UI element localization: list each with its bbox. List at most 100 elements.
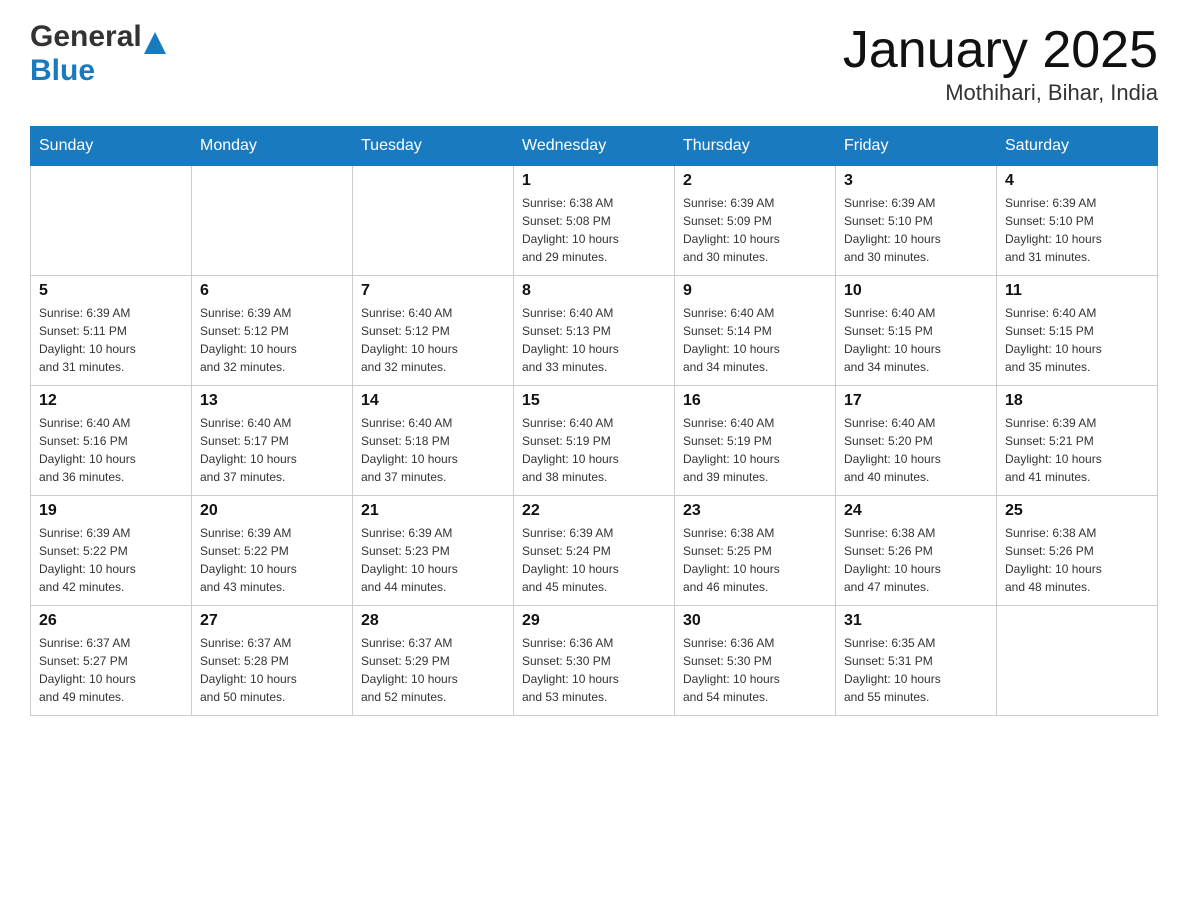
day-info: Sunrise: 6:39 AMSunset: 5:10 PMDaylight:…	[1005, 194, 1149, 266]
day-number: 21	[361, 502, 505, 520]
day-info: Sunrise: 6:36 AMSunset: 5:30 PMDaylight:…	[683, 634, 827, 706]
day-info: Sunrise: 6:39 AMSunset: 5:21 PMDaylight:…	[1005, 414, 1149, 486]
calendar-cell: 29 Sunrise: 6:36 AMSunset: 5:30 PMDayligh…	[514, 606, 675, 716]
calendar-cell: 1Sunrise: 6:38 AMSunset: 5:08 PMDaylight…	[514, 166, 675, 276]
day-info: Sunrise: 6:40 AMSunset: 5:18 PMDaylight:…	[361, 414, 505, 486]
logo-general-text: General	[30, 20, 142, 54]
day-number: 30	[683, 612, 827, 630]
calendar-header-row: Sunday Monday Tuesday Wednesday Thursday…	[31, 127, 1158, 166]
calendar-cell: 16 Sunrise: 6:40 AMSunset: 5:19 PMDayligh…	[675, 386, 836, 496]
calendar-cell	[353, 166, 514, 276]
day-info: Sunrise: 6:39 AMSunset: 5:24 PMDaylight:…	[522, 524, 666, 596]
calendar-cell: 27 Sunrise: 6:37 AMSunset: 5:28 PMDayligh…	[192, 606, 353, 716]
calendar-cell: 17 Sunrise: 6:40 AMSunset: 5:20 PMDayligh…	[836, 386, 997, 496]
day-info: Sunrise: 6:38 AMSunset: 5:26 PMDaylight:…	[844, 524, 988, 596]
day-info: Sunrise: 6:35 AMSunset: 5:31 PMDaylight:…	[844, 634, 988, 706]
day-number: 14	[361, 392, 505, 410]
day-info: Sunrise: 6:37 AMSunset: 5:28 PMDaylight:…	[200, 634, 344, 706]
day-number: 28	[361, 612, 505, 630]
calendar-cell: 23 Sunrise: 6:38 AMSunset: 5:25 PMDayligh…	[675, 496, 836, 606]
calendar-cell: 11Sunrise: 6:40 AMSunset: 5:15 PMDayligh…	[997, 276, 1158, 386]
calendar-cell: 30 Sunrise: 6:36 AMSunset: 5:30 PMDayligh…	[675, 606, 836, 716]
day-number: 16	[683, 392, 827, 410]
logo-blue-text: Blue	[30, 54, 95, 87]
day-number: 7	[361, 282, 505, 300]
day-number: 25	[1005, 502, 1149, 520]
calendar-cell	[192, 166, 353, 276]
day-info: Sunrise: 6:38 AMSunset: 5:26 PMDaylight:…	[1005, 524, 1149, 596]
calendar-cell: 9 Sunrise: 6:40 AMSunset: 5:14 PMDaylight…	[675, 276, 836, 386]
calendar-cell: 7 Sunrise: 6:40 AMSunset: 5:12 PMDaylight…	[353, 276, 514, 386]
day-number: 29	[522, 612, 666, 630]
day-info: Sunrise: 6:39 AMSunset: 5:23 PMDaylight:…	[361, 524, 505, 596]
day-number: 15	[522, 392, 666, 410]
day-number: 23	[683, 502, 827, 520]
day-number: 18	[1005, 392, 1149, 410]
calendar-week-row: 12Sunrise: 6:40 AMSunset: 5:16 PMDayligh…	[31, 386, 1158, 496]
day-number: 12	[39, 392, 183, 410]
calendar-cell: 19Sunrise: 6:39 AMSunset: 5:22 PMDayligh…	[31, 496, 192, 606]
day-info: Sunrise: 6:39 AMSunset: 5:11 PMDaylight:…	[39, 304, 183, 376]
calendar-cell: 6 Sunrise: 6:39 AMSunset: 5:12 PMDaylight…	[192, 276, 353, 386]
day-number: 9	[683, 282, 827, 300]
calendar-cell: 21 Sunrise: 6:39 AMSunset: 5:23 PMDayligh…	[353, 496, 514, 606]
day-info: Sunrise: 6:39 AMSunset: 5:12 PMDaylight:…	[200, 304, 344, 376]
calendar-cell: 10Sunrise: 6:40 AMSunset: 5:15 PMDayligh…	[836, 276, 997, 386]
calendar-week-row: 1Sunrise: 6:38 AMSunset: 5:08 PMDaylight…	[31, 166, 1158, 276]
calendar-title: January 2025	[843, 20, 1158, 80]
day-info: Sunrise: 6:40 AMSunset: 5:15 PMDaylight:…	[1005, 304, 1149, 376]
day-number: 31	[844, 612, 988, 630]
day-info: Sunrise: 6:40 AMSunset: 5:19 PMDaylight:…	[522, 414, 666, 486]
day-info: Sunrise: 6:38 AMSunset: 5:25 PMDaylight:…	[683, 524, 827, 596]
day-number: 20	[200, 502, 344, 520]
calendar-cell: 18 Sunrise: 6:39 AMSunset: 5:21 PMDayligh…	[997, 386, 1158, 496]
calendar-cell: 28 Sunrise: 6:37 AMSunset: 5:29 PMDayligh…	[353, 606, 514, 716]
day-number: 17	[844, 392, 988, 410]
calendar-cell: 2Sunrise: 6:39 AMSunset: 5:09 PMDaylight…	[675, 166, 836, 276]
calendar-cell: 12Sunrise: 6:40 AMSunset: 5:16 PMDayligh…	[31, 386, 192, 496]
calendar-cell: 22 Sunrise: 6:39 AMSunset: 5:24 PMDayligh…	[514, 496, 675, 606]
day-number: 26	[39, 612, 183, 630]
header-thursday: Thursday	[675, 127, 836, 166]
day-info: Sunrise: 6:40 AMSunset: 5:19 PMDaylight:…	[683, 414, 827, 486]
calendar-cell: 13Sunrise: 6:40 AMSunset: 5:17 PMDayligh…	[192, 386, 353, 496]
title-section: January 2025 Mothihari, Bihar, India	[843, 20, 1158, 106]
calendar-cell: 20 Sunrise: 6:39 AMSunset: 5:22 PMDayligh…	[192, 496, 353, 606]
day-number: 6	[200, 282, 344, 300]
header-tuesday: Tuesday	[353, 127, 514, 166]
calendar-cell: 4Sunrise: 6:39 AMSunset: 5:10 PMDaylight…	[997, 166, 1158, 276]
calendar-week-row: 19Sunrise: 6:39 AMSunset: 5:22 PMDayligh…	[31, 496, 1158, 606]
calendar-cell: 8Sunrise: 6:40 AMSunset: 5:13 PMDaylight…	[514, 276, 675, 386]
day-number: 2	[683, 172, 827, 190]
calendar-cell: 14 Sunrise: 6:40 AMSunset: 5:18 PMDayligh…	[353, 386, 514, 496]
calendar-subtitle: Mothihari, Bihar, India	[843, 80, 1158, 106]
day-number: 10	[844, 282, 988, 300]
day-info: Sunrise: 6:40 AMSunset: 5:20 PMDaylight:…	[844, 414, 988, 486]
day-number: 22	[522, 502, 666, 520]
day-info: Sunrise: 6:40 AMSunset: 5:14 PMDaylight:…	[683, 304, 827, 376]
calendar-cell: 3Sunrise: 6:39 AMSunset: 5:10 PMDaylight…	[836, 166, 997, 276]
day-number: 13	[200, 392, 344, 410]
calendar-cell	[997, 606, 1158, 716]
day-number: 24	[844, 502, 988, 520]
day-info: Sunrise: 6:36 AMSunset: 5:30 PMDaylight:…	[522, 634, 666, 706]
calendar-cell: 5 Sunrise: 6:39 AMSunset: 5:11 PMDaylight…	[31, 276, 192, 386]
calendar-cell: 26 Sunrise: 6:37 AMSunset: 5:27 PMDayligh…	[31, 606, 192, 716]
header-friday: Friday	[836, 127, 997, 166]
calendar-week-row: 26 Sunrise: 6:37 AMSunset: 5:27 PMDayligh…	[31, 606, 1158, 716]
day-info: Sunrise: 6:37 AMSunset: 5:29 PMDaylight:…	[361, 634, 505, 706]
day-number: 8	[522, 282, 666, 300]
header-wednesday: Wednesday	[514, 127, 675, 166]
logo: General Blue	[30, 20, 166, 88]
day-info: Sunrise: 6:39 AMSunset: 5:22 PMDaylight:…	[200, 524, 344, 596]
page-header: General Blue January 2025 Mothihari, Bih…	[30, 20, 1158, 106]
logo-triangle-icon	[144, 32, 166, 54]
day-number: 5	[39, 282, 183, 300]
calendar-cell: 31 Sunrise: 6:35 AMSunset: 5:31 PMDayligh…	[836, 606, 997, 716]
day-info: Sunrise: 6:39 AMSunset: 5:22 PMDaylight:…	[39, 524, 183, 596]
day-number: 27	[200, 612, 344, 630]
calendar-week-row: 5 Sunrise: 6:39 AMSunset: 5:11 PMDaylight…	[31, 276, 1158, 386]
header-monday: Monday	[192, 127, 353, 166]
day-info: Sunrise: 6:37 AMSunset: 5:27 PMDaylight:…	[39, 634, 183, 706]
day-info: Sunrise: 6:40 AMSunset: 5:12 PMDaylight:…	[361, 304, 505, 376]
